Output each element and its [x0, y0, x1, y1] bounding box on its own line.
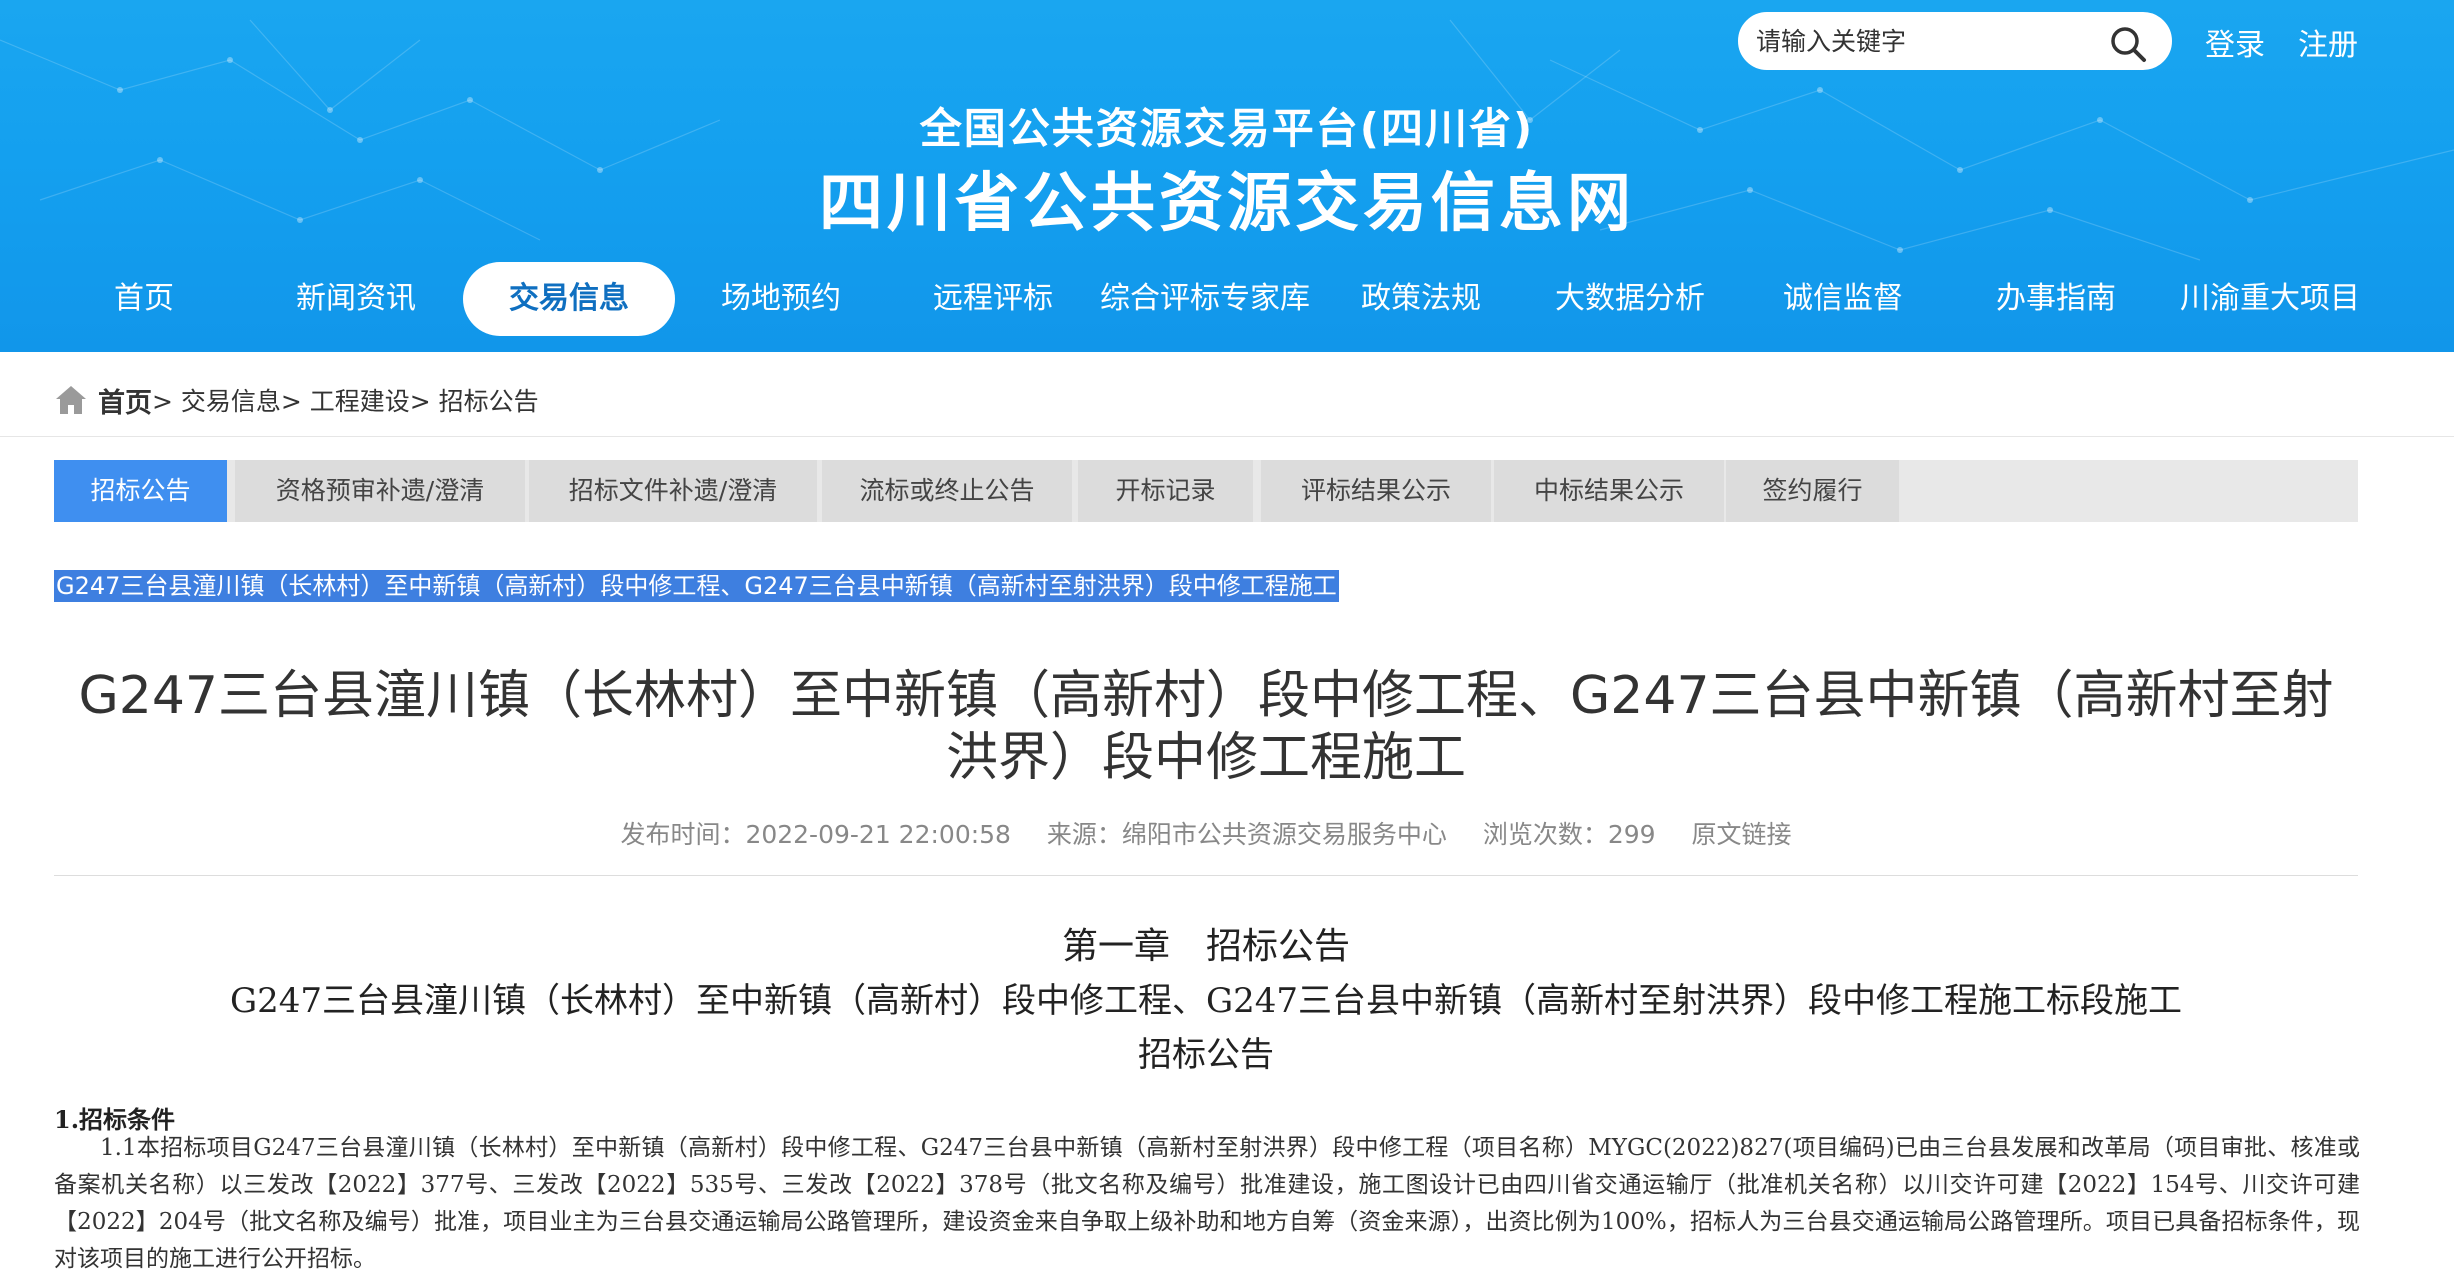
tab-opening-record[interactable]: 开标记录	[1078, 460, 1253, 522]
login-link[interactable]: 登录	[2205, 20, 2265, 64]
article-title: G247三台县潼川镇（长林村）至中新镇（高新村）段中修工程、G247三台县中新镇…	[78, 666, 2334, 788]
tab-award-result[interactable]: 中标结果公示	[1494, 460, 1724, 522]
original-link[interactable]: 原文链接	[1692, 820, 1792, 849]
tab-failed-termination[interactable]: 流标或终止公告	[822, 460, 1072, 522]
register-link[interactable]: 注册	[2298, 20, 2358, 64]
selected-title-text[interactable]: G247三台县潼川镇（长林村）至中新镇（高新村）段中修工程、G247三台县中新镇…	[54, 570, 1339, 602]
article-meta: 发布时间：2022-09-21 22:00:58 来源：绵阳市公共资源交易服务中…	[54, 815, 2358, 851]
site-header: 登录 注册 全国公共资源交易平台(四川省) 四川省公共资源交易信息网 首页 新闻…	[0, 0, 2454, 352]
breadcrumb-home[interactable]: 首页	[98, 381, 152, 420]
search-input[interactable]	[1756, 22, 2106, 60]
site-title: 四川省公共资源交易信息网	[819, 167, 1635, 241]
tab-prequal-addendum[interactable]: 资格预审补遗/澄清	[235, 460, 525, 522]
tab-tender-doc-addendum[interactable]: 招标文件补遗/澄清	[529, 460, 817, 522]
nav-item-big-data[interactable]: 大数据分析	[1545, 262, 1715, 336]
breadcrumb: 首页 > 交易信息> 工程建设> 招标公告	[54, 380, 539, 420]
search-box[interactable]	[1738, 12, 2172, 70]
notice-subtitle-2: 招标公告	[1138, 1035, 1274, 1075]
nav-item-credit-supervision[interactable]: 诚信监督	[1762, 262, 1924, 336]
article-source: 来源：绵阳市公共资源交易服务中心	[1046, 820, 1447, 849]
nav-item-policies[interactable]: 政策法规	[1340, 262, 1502, 336]
nav-item-chuanyu-projects[interactable]: 川渝重大项目	[2175, 262, 2365, 336]
main-nav: 首页 新闻资讯 交易信息 场地预约 远程评标 综合评标专家库 政策法规 大数据分…	[0, 262, 2454, 336]
section-paragraph: 1.1本招标项目G247三台县潼川镇（长林村）至中新镇（高新村）段中修工程、G2…	[54, 1135, 2360, 1272]
nav-item-venue-booking[interactable]: 场地预约	[700, 262, 862, 336]
search-icon[interactable]	[2108, 24, 2148, 64]
notice-subtitle: G247三台县潼川镇（长林村）至中新镇（高新村）段中修工程、G247三台县中新镇…	[229, 981, 2183, 1021]
view-count: 浏览次数：299	[1482, 820, 1656, 849]
nav-item-home[interactable]: 首页	[84, 262, 204, 336]
breadcrumb-divider	[0, 436, 2454, 437]
chapter-heading: 第一章 招标公告	[1061, 926, 1350, 967]
nav-item-expert-pool[interactable]: 综合评标专家库	[1100, 262, 1310, 336]
nav-item-news[interactable]: 新闻资讯	[276, 262, 436, 336]
tab-contract-performance[interactable]: 签约履行	[1726, 460, 1899, 522]
nav-item-trading-info[interactable]: 交易信息	[463, 262, 675, 336]
home-icon	[56, 386, 86, 414]
breadcrumb-path[interactable]: > 交易信息> 工程建设> 招标公告	[152, 382, 539, 418]
meta-divider	[54, 875, 2358, 876]
publish-time: 发布时间：2022-09-21 22:00:58	[620, 820, 1011, 849]
tab-tender-notice[interactable]: 招标公告	[54, 460, 227, 522]
nav-item-remote-evaluation[interactable]: 远程评标	[912, 262, 1074, 336]
site-subtitle: 全国公共资源交易平台(四川省)	[919, 104, 1535, 153]
nav-item-guide[interactable]: 办事指南	[1975, 262, 2137, 336]
tab-evaluation-result[interactable]: 评标结果公示	[1261, 460, 1491, 522]
